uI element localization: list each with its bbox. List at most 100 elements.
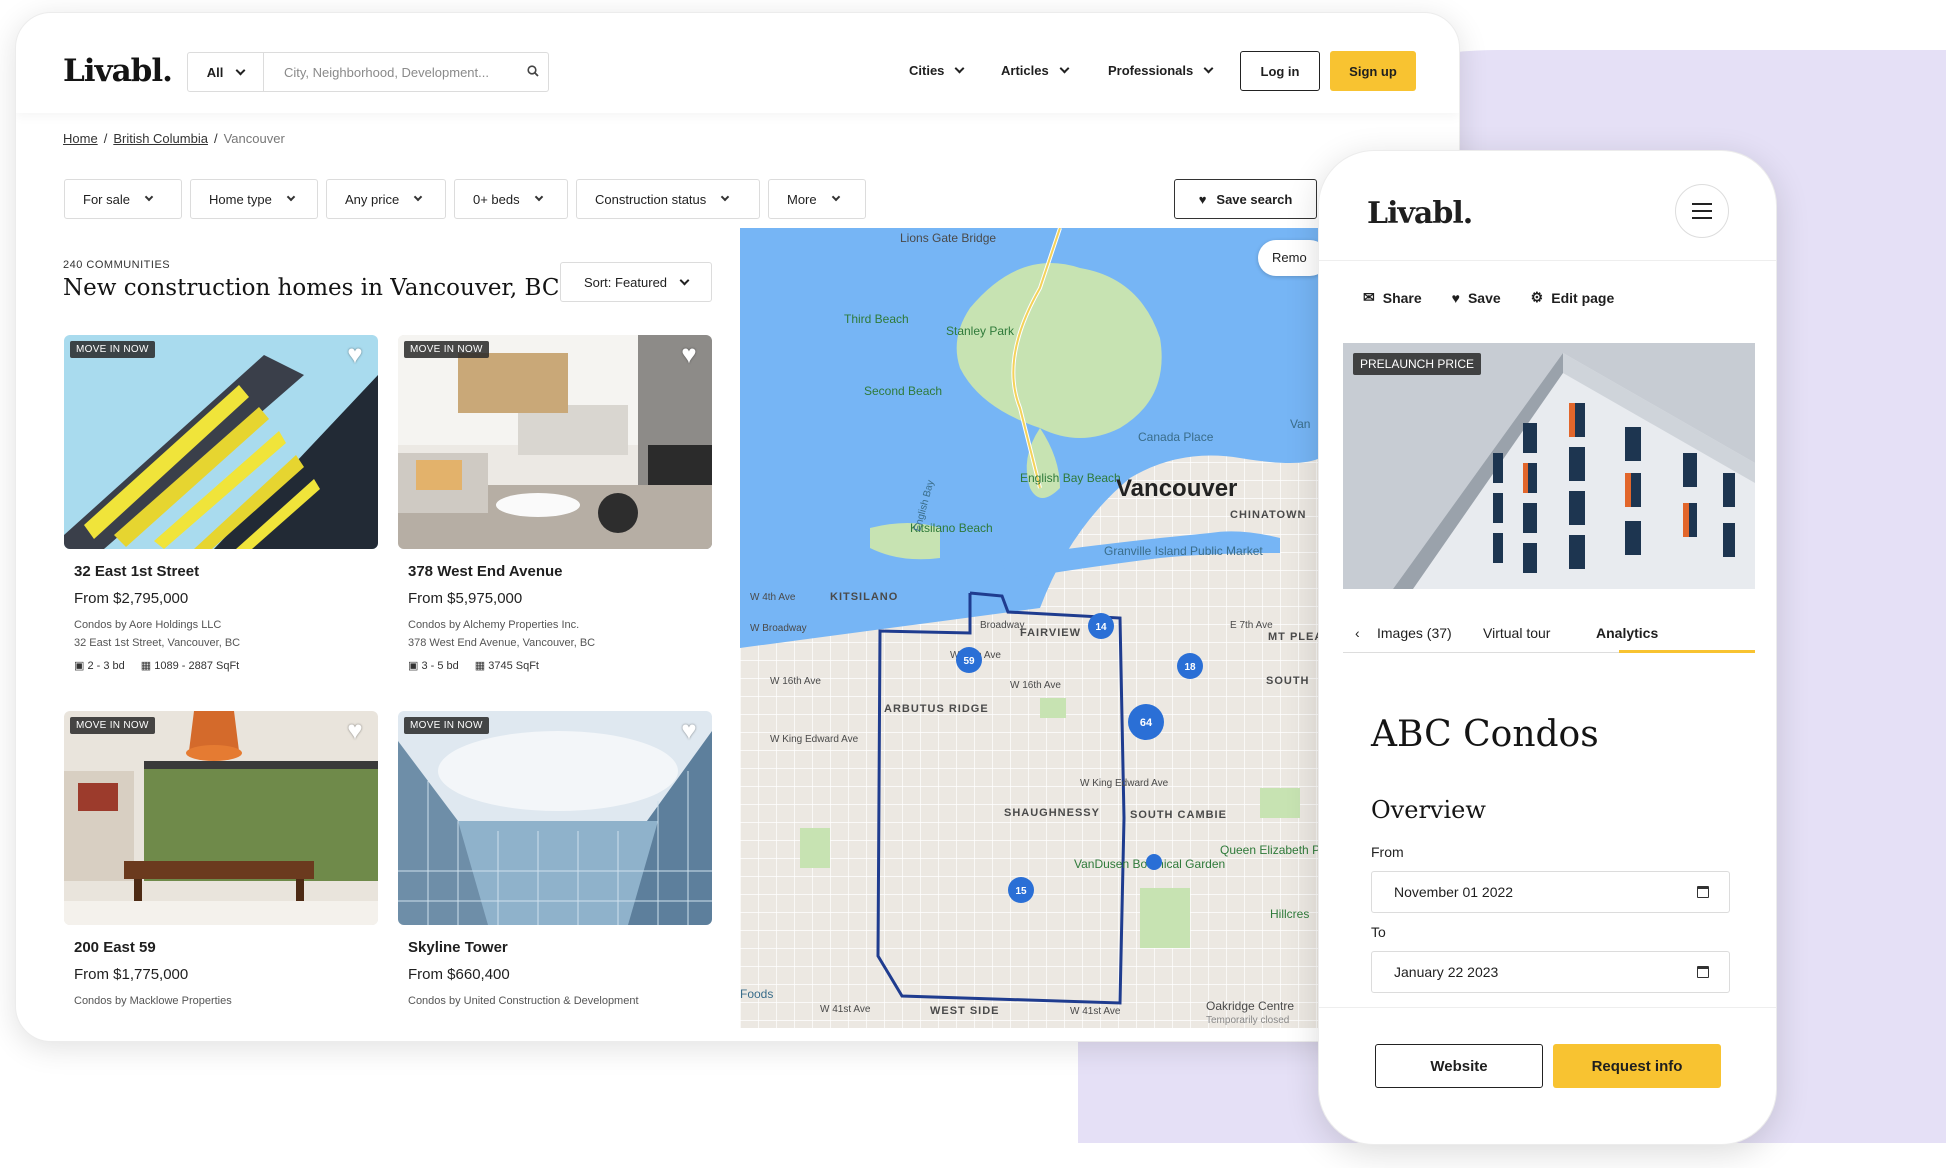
listing-meta: ▣ 3 - 5 bd ▦ 3745 SqFt xyxy=(408,659,712,672)
filter-for-sale[interactable]: For sale xyxy=(64,179,182,219)
chevron-down-icon xyxy=(1059,63,1070,74)
search-scope-label: All xyxy=(206,64,224,80)
save-search-button[interactable]: ♥ Save search xyxy=(1174,179,1317,219)
heart-icon: ♥ xyxy=(1451,289,1460,306)
filter-home-type[interactable]: Home type xyxy=(190,179,318,219)
map-label: Third Beach xyxy=(844,312,909,326)
mobile-header: Livabl. xyxy=(1319,151,1776,261)
listing-price: From $2,795,000 xyxy=(74,590,189,607)
hamburger-menu-icon[interactable] xyxy=(1675,184,1729,238)
street-label: Broadway xyxy=(980,620,1024,631)
chevron-down-icon xyxy=(954,63,965,74)
nav-cities[interactable]: Cities xyxy=(909,63,965,78)
brand-logo[interactable]: Livabl. xyxy=(63,53,173,89)
nav-label: Professionals xyxy=(1108,63,1194,78)
listing-photo[interactable]: MOVE IN NOW ♥ xyxy=(64,711,378,925)
brand-logo[interactable]: Livabl. xyxy=(1367,196,1473,231)
listing-card[interactable]: MOVE IN NOW ♥ 378 West End Avenue From $… xyxy=(398,335,712,672)
breadcrumb: Home / British Columbia / Vancouver xyxy=(63,131,285,146)
listing-developer: Condos by Macklowe Properties xyxy=(74,995,232,1007)
login-button[interactable]: Log in xyxy=(1240,51,1320,91)
beds-text: 2 - 3 bd xyxy=(87,660,125,672)
street-label: W 4th Ave xyxy=(750,592,796,603)
results-map[interactable]: Lions Gate Bridge Third Beach Stanley Pa… xyxy=(740,228,1320,1028)
listing-price: From $660,400 xyxy=(408,966,510,983)
filter-label: Construction status xyxy=(595,191,707,207)
listing-developer: Condos by Aore Holdings LLC xyxy=(74,619,222,631)
nav-articles[interactable]: Articles xyxy=(1001,63,1070,78)
breadcrumb-home[interactable]: Home xyxy=(63,131,98,146)
community-count: 240 COMMUNITIES xyxy=(63,259,171,271)
save-button[interactable]: ♥ Save xyxy=(1452,289,1501,306)
tab-images[interactable]: Images (37) xyxy=(1377,625,1452,641)
cluster-label: 14 xyxy=(1095,622,1107,633)
sort-label: Sort: Featured xyxy=(583,274,668,290)
street-label: W Broadway xyxy=(750,623,807,634)
section-heading: Overview xyxy=(1371,796,1486,824)
listing-name[interactable]: Skyline Tower xyxy=(408,939,712,956)
nav-label: Cities xyxy=(909,63,945,78)
sort-dropdown[interactable]: Sort: Featured xyxy=(560,262,712,302)
listing-name[interactable]: 378 West End Avenue xyxy=(408,563,712,580)
listing-photo[interactable]: MOVE IN NOW ♥ xyxy=(398,335,712,549)
map-label: FAIRVIEW xyxy=(1020,627,1081,639)
calendar-icon[interactable] xyxy=(1697,966,1709,978)
share-label: Share xyxy=(1382,289,1422,306)
project-title: ABC Condos xyxy=(1371,714,1599,755)
filter-beds[interactable]: 0+ beds xyxy=(454,179,568,219)
to-date-value: January 22 2023 xyxy=(1394,964,1499,980)
single-marker[interactable] xyxy=(1146,854,1162,870)
listing-card[interactable]: MOVE IN NOW ♥ 32 East 1st Street From $2… xyxy=(64,335,378,672)
breadcrumb-province[interactable]: British Columbia xyxy=(113,131,208,146)
search-scope-dropdown[interactable]: All xyxy=(188,53,264,91)
favorite-heart-icon[interactable]: ♥ xyxy=(674,339,704,369)
website-button[interactable]: Website xyxy=(1375,1044,1543,1088)
breadcrumb-separator: / xyxy=(103,131,108,146)
to-date-field[interactable]: January 22 2023 xyxy=(1371,951,1730,993)
listing-photo[interactable]: MOVE IN NOW ♥ xyxy=(64,335,378,549)
chevron-down-icon xyxy=(235,65,246,75)
edit-page-button[interactable]: ⚙ Edit page xyxy=(1531,289,1615,306)
listing-name[interactable]: 200 East 59 xyxy=(74,939,378,956)
filter-more[interactable]: More xyxy=(768,179,866,219)
search-icon[interactable] xyxy=(518,64,548,80)
signup-button[interactable]: Sign up xyxy=(1330,51,1416,91)
filter-price[interactable]: Any price xyxy=(326,179,446,219)
mobile-device: Livabl. ✉ Share ♥ Save ⚙ Edit page PRELA… xyxy=(1318,150,1777,1145)
listing-photo[interactable]: MOVE IN NOW ♥ xyxy=(398,711,712,925)
hero-photo[interactable]: PRELAUNCH PRICE xyxy=(1343,343,1755,589)
tab-back-chevron-icon[interactable]: ‹ xyxy=(1355,625,1360,641)
from-date-field[interactable]: November 01 2022 xyxy=(1371,871,1730,913)
cluster-label: 15 xyxy=(1015,886,1027,897)
favorite-heart-icon[interactable]: ♥ xyxy=(340,715,370,745)
move-in-badge: MOVE IN NOW xyxy=(70,717,155,734)
filter-construction-status[interactable]: Construction status xyxy=(576,179,760,219)
listing-card[interactable]: MOVE IN NOW ♥ 200 East 59 From $1,775,00… xyxy=(64,711,378,1007)
map-label: Oakridge Centre xyxy=(1206,999,1294,1013)
tab-analytics[interactable]: Analytics xyxy=(1596,625,1658,641)
map-label: SHAUGHNESSY xyxy=(1004,807,1100,819)
request-info-button[interactable]: Request info xyxy=(1553,1044,1721,1088)
share-button[interactable]: ✉ Share xyxy=(1363,289,1422,306)
cluster-label: 59 xyxy=(963,656,975,667)
bed-icon: ▣ 3 - 5 bd xyxy=(408,660,459,672)
move-in-badge: MOVE IN NOW xyxy=(404,717,489,734)
map-label: Hillcres xyxy=(1270,907,1309,921)
listing-name[interactable]: 32 East 1st Street xyxy=(74,563,378,580)
map-label: KITSILANO xyxy=(830,591,898,603)
search-bar: All City, Neighborhood, Development... xyxy=(187,52,549,92)
favorite-heart-icon[interactable]: ♥ xyxy=(674,715,704,745)
map-label: Canada Place xyxy=(1138,430,1214,444)
listing-price: From $1,775,000 xyxy=(74,966,189,983)
map-label: Stanley Park xyxy=(946,324,1015,338)
page-actions: ✉ Share ♥ Save ⚙ Edit page xyxy=(1363,289,1614,306)
desktop-window: Livabl. All City, Neighborhood, Developm… xyxy=(15,12,1460,1042)
listing-address: 378 West End Avenue, Vancouver, BC xyxy=(408,637,596,649)
search-input[interactable]: City, Neighborhood, Development... xyxy=(264,65,518,80)
tab-virtual-tour[interactable]: Virtual tour xyxy=(1483,625,1550,641)
favorite-heart-icon[interactable]: ♥ xyxy=(340,339,370,369)
chevron-down-icon xyxy=(1203,63,1214,74)
nav-professionals[interactable]: Professionals xyxy=(1108,63,1214,78)
calendar-icon[interactable] xyxy=(1697,886,1709,898)
listing-card[interactable]: MOVE IN NOW ♥ Skyline Tower From $660,40… xyxy=(398,711,712,1007)
